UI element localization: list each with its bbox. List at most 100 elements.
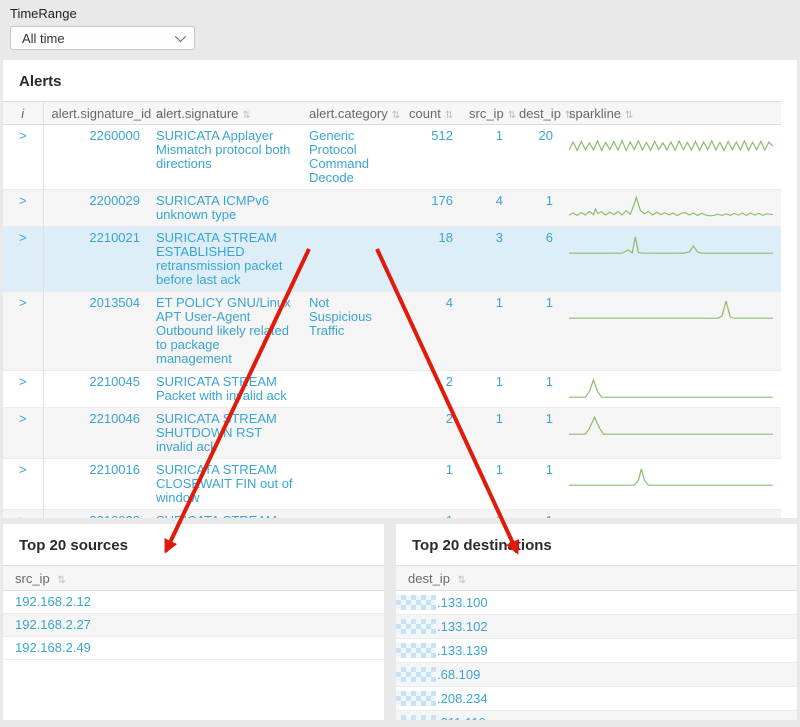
expand-row-button[interactable]: >: [3, 292, 43, 371]
alert-signature-id[interactable]: 2200029: [43, 190, 148, 227]
alert-src-ip-count[interactable]: 4: [461, 190, 511, 227]
alert-signature[interactable]: SURICATA STREAM SHUTDOWN RST invalid ack: [148, 408, 301, 459]
alerts-panel-title: Alerts: [3, 60, 797, 101]
sort-icon: ⇅: [458, 575, 466, 586]
dest-ip-row: .68.109: [396, 663, 797, 687]
column-header-alert-signature[interactable]: alert.signature⇅: [148, 102, 301, 125]
alerts-panel: Alerts ialert.signature_id⇅alert.signatu…: [3, 60, 797, 518]
alert-category[interactable]: Not Suspicious Traffic: [301, 292, 401, 371]
column-header-sparkline[interactable]: sparkline⇅: [561, 102, 781, 125]
sort-icon: ⇅: [392, 110, 400, 121]
column-header-count[interactable]: count⇅: [401, 102, 461, 125]
alert-count[interactable]: 2: [401, 408, 461, 459]
alert-dest-ip-count[interactable]: 6: [511, 227, 561, 292]
alert-src-ip-count[interactable]: 1: [461, 459, 511, 510]
alert-signature[interactable]: SURICATA STREAM ESTABLISHED retransmissi…: [148, 227, 301, 292]
alert-row[interactable]: >2210045SURICATA STREAM Packet with inva…: [3, 371, 781, 408]
alert-signature[interactable]: SURICATA Applayer Mismatch protocol both…: [148, 125, 301, 190]
dest-ip-value[interactable]: .133.139: [396, 639, 797, 663]
sparkline-chart: [569, 296, 773, 322]
alert-dest-ip-count[interactable]: 1: [511, 190, 561, 227]
dest-ip-value[interactable]: .133.102: [396, 615, 797, 639]
sparkline-cell: [561, 510, 781, 519]
alert-signature-id[interactable]: 2260000: [43, 125, 148, 190]
alert-signature[interactable]: SURICATA STREAM FIN out of window: [148, 510, 301, 519]
dest-ip-value[interactable]: .68.109: [396, 663, 797, 687]
expand-row-button[interactable]: >: [3, 459, 43, 510]
alert-src-ip-count[interactable]: 3: [461, 227, 511, 292]
alert-dest-ip-count[interactable]: 1: [511, 459, 561, 510]
column-header-alert-category[interactable]: alert.category⇅: [301, 102, 401, 125]
expand-row-button[interactable]: >: [3, 227, 43, 292]
alert-src-ip-count[interactable]: 1: [461, 408, 511, 459]
alert-count[interactable]: 4: [401, 292, 461, 371]
expand-row-button[interactable]: >: [3, 510, 43, 519]
alert-signature-id[interactable]: 2210045: [43, 371, 148, 408]
alert-category[interactable]: Generic Protocol Command Decode: [301, 125, 401, 190]
column-header-dest_ip[interactable]: dest_ip⇅: [511, 102, 561, 125]
alert-category[interactable]: [301, 510, 401, 519]
alert-category[interactable]: [301, 459, 401, 510]
expand-row-button[interactable]: >: [3, 371, 43, 408]
src-ip-column-header[interactable]: src_ip ⇅: [3, 566, 384, 591]
alert-category[interactable]: [301, 227, 401, 292]
alert-row[interactable]: >2210021SURICATA STREAM ESTABLISHED retr…: [3, 227, 781, 292]
alert-signature[interactable]: SURICATA ICMPv6 unknown type: [148, 190, 301, 227]
alert-count[interactable]: 512: [401, 125, 461, 190]
dest-ip-row: .208.234: [396, 687, 797, 711]
alert-dest-ip-count[interactable]: 1: [511, 371, 561, 408]
alert-row[interactable]: >2210046SURICATA STREAM SHUTDOWN RST inv…: [3, 408, 781, 459]
alert-row[interactable]: >2200029SURICATA ICMPv6 unknown type 1764…: [3, 190, 781, 227]
dest-ip-row: .211.110: [396, 711, 797, 721]
sparkline-cell: [561, 190, 781, 227]
alert-src-ip-count[interactable]: 1: [461, 125, 511, 190]
source-ip-value[interactable]: 192.168.2.12: [3, 591, 384, 614]
alert-signature-id[interactable]: 2210021: [43, 227, 148, 292]
column-header-alert-signature_id[interactable]: alert.signature_id⇅: [43, 102, 148, 125]
column-header-src_ip[interactable]: src_ip⇅: [461, 102, 511, 125]
alert-signature-id[interactable]: 2210046: [43, 408, 148, 459]
alert-dest-ip-count[interactable]: 1: [511, 408, 561, 459]
alert-signature[interactable]: ET POLICY GNU/Linux APT User-Agent Outbo…: [148, 292, 301, 371]
alert-count[interactable]: 1: [401, 459, 461, 510]
expand-row-button[interactable]: >: [3, 125, 43, 190]
alert-count[interactable]: 1: [401, 510, 461, 519]
expand-row-button[interactable]: >: [3, 190, 43, 227]
alert-row[interactable]: >2210038SURICATA STREAM FIN out of windo…: [3, 510, 781, 519]
source-ip-value[interactable]: 192.168.2.49: [3, 637, 384, 660]
source-ip-row: 192.168.2.27: [3, 614, 384, 637]
alert-dest-ip-count[interactable]: 1: [511, 292, 561, 371]
alert-count[interactable]: 2: [401, 371, 461, 408]
dest-ip-value[interactable]: .208.234: [396, 687, 797, 711]
dest-ip-column-header[interactable]: dest_ip ⇅: [396, 566, 797, 591]
alert-signature-id[interactable]: 2210016: [43, 459, 148, 510]
alert-dest-ip-count[interactable]: 1: [511, 510, 561, 519]
alert-src-ip-count[interactable]: 1: [461, 510, 511, 519]
alert-count[interactable]: 176: [401, 190, 461, 227]
alert-row[interactable]: >2013504ET POLICY GNU/Linux APT User-Age…: [3, 292, 781, 371]
alert-signature-id[interactable]: 2013504: [43, 292, 148, 371]
dest-ip-value[interactable]: .133.100: [396, 591, 797, 615]
redacted-ip-block: [396, 667, 436, 682]
alert-src-ip-count[interactable]: 1: [461, 371, 511, 408]
alert-category[interactable]: [301, 408, 401, 459]
expand-row-button[interactable]: >: [3, 408, 43, 459]
alert-row[interactable]: >2210016SURICATA STREAM CLOSEWAIT FIN ou…: [3, 459, 781, 510]
dest-ip-value[interactable]: .211.110: [396, 711, 797, 721]
sort-icon: ⇅: [242, 110, 250, 121]
alert-signature[interactable]: SURICATA STREAM Packet with invalid ack: [148, 371, 301, 408]
alert-signature-id[interactable]: 2210038: [43, 510, 148, 519]
alert-category[interactable]: [301, 371, 401, 408]
top-sources-table: src_ip ⇅ 192.168.2.12192.168.2.27192.168…: [3, 565, 384, 660]
source-ip-row: 192.168.2.49: [3, 637, 384, 660]
sparkline-chart: [569, 231, 773, 257]
alert-src-ip-count[interactable]: 1: [461, 292, 511, 371]
alert-dest-ip-count[interactable]: 20: [511, 125, 561, 190]
alert-row[interactable]: >2260000SURICATA Applayer Mismatch proto…: [3, 125, 781, 190]
source-ip-value[interactable]: 192.168.2.27: [3, 614, 384, 637]
alert-count[interactable]: 18: [401, 227, 461, 292]
sparkline-chart: [569, 463, 773, 489]
alert-category[interactable]: [301, 190, 401, 227]
alert-signature[interactable]: SURICATA STREAM CLOSEWAIT FIN out of win…: [148, 459, 301, 510]
timerange-select[interactable]: All time: [10, 26, 195, 50]
